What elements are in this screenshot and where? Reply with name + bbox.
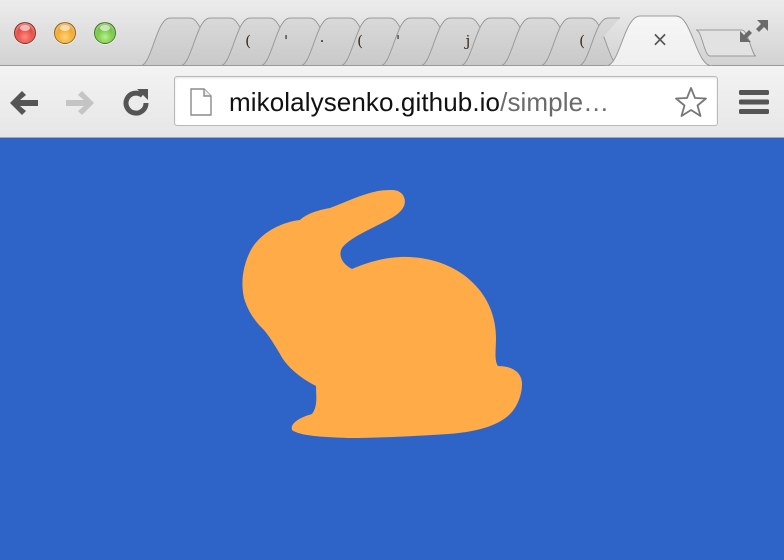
tab-favicon-glyph: ( bbox=[579, 32, 585, 50]
tab-close-button[interactable]: × bbox=[647, 26, 673, 52]
url-path: /simple… bbox=[500, 87, 610, 117]
url-text[interactable]: mikolalysenko.github.io/simple… bbox=[229, 77, 609, 127]
address-bar[interactable]: mikolalysenko.github.io/simple… bbox=[174, 76, 718, 126]
star-icon[interactable] bbox=[673, 85, 709, 119]
tab-favicon-glyph: j bbox=[465, 32, 471, 50]
forward-arrow-icon[interactable] bbox=[62, 86, 98, 120]
tab-favicon-glyph: ( bbox=[245, 32, 251, 50]
page-icon bbox=[190, 88, 212, 116]
reload-icon[interactable] bbox=[118, 86, 154, 120]
background-tabs[interactable] bbox=[139, 17, 621, 66]
tab-favicon-glyph: ( bbox=[357, 32, 363, 50]
tab-favicon-glyph: ' bbox=[283, 32, 289, 50]
webgl-canvas[interactable] bbox=[0, 138, 784, 560]
browser-toolbar: mikolalysenko.github.io/simple… bbox=[0, 66, 784, 138]
title-bar: ( ' · ( ' j ( × bbox=[0, 0, 784, 66]
tab-favicon-glyph: · bbox=[319, 32, 325, 50]
bunny-silhouette bbox=[242, 190, 522, 438]
fullscreen-arrows-icon[interactable] bbox=[738, 18, 770, 44]
hamburger-menu-icon[interactable] bbox=[736, 84, 772, 120]
tab-favicon-glyph: ' bbox=[395, 32, 401, 50]
url-host: mikolalysenko.github.io bbox=[229, 87, 501, 117]
back-arrow-icon[interactable] bbox=[6, 86, 42, 120]
